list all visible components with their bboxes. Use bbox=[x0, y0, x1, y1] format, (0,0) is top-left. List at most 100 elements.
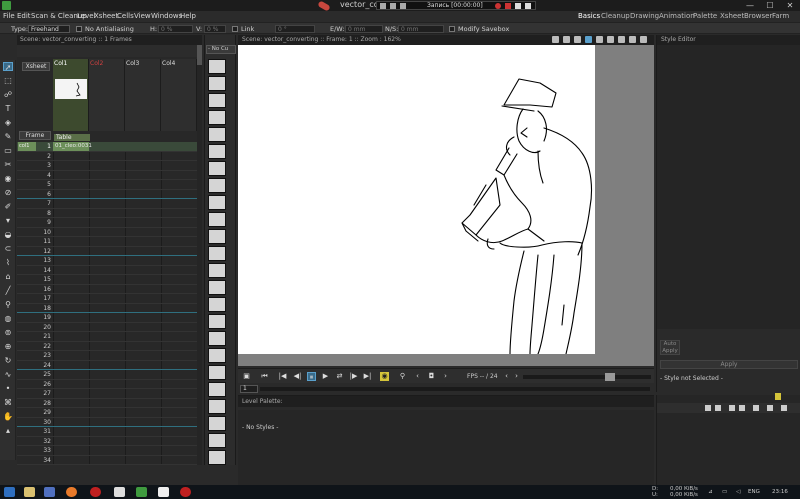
ew-field[interactable]: 0 mm bbox=[345, 25, 383, 33]
geometric-tool-icon[interactable]: ∿ bbox=[3, 370, 13, 379]
xsheet-cell[interactable] bbox=[53, 380, 89, 389]
table-row[interactable]: col1 1 01_cleo:0031 bbox=[17, 142, 202, 152]
menu-cells[interactable]: Cells bbox=[117, 12, 134, 20]
room-cleanup[interactable]: Cleanup bbox=[601, 12, 630, 20]
record-icon[interactable] bbox=[495, 3, 501, 9]
pinch-tool-icon[interactable]: ▾ bbox=[3, 216, 13, 225]
filmstrip-frame[interactable] bbox=[208, 433, 226, 448]
table-row[interactable]: 10 bbox=[17, 228, 202, 237]
list-view-icon[interactable] bbox=[729, 405, 735, 411]
table-row[interactable]: 33 bbox=[17, 446, 202, 456]
filmstrip-frame[interactable] bbox=[208, 229, 226, 244]
xsheet-cell[interactable] bbox=[53, 456, 89, 465]
close-button[interactable]: ✕ bbox=[780, 0, 800, 11]
table-view-icon[interactable] bbox=[563, 36, 570, 43]
menu-edit[interactable]: Edit bbox=[17, 12, 31, 20]
filmstrip-frame[interactable] bbox=[208, 93, 226, 108]
zoom-icon[interactable]: ⚲ bbox=[398, 372, 407, 381]
table-row[interactable]: 7 bbox=[17, 199, 202, 209]
filmstrip-frame[interactable] bbox=[208, 195, 226, 210]
column-header-col1[interactable]: Col1 bbox=[53, 59, 89, 131]
3d-view-icon[interactable] bbox=[574, 36, 581, 43]
table-row[interactable]: 11 bbox=[17, 237, 202, 247]
xsheet-cell[interactable] bbox=[53, 332, 89, 341]
explorer-app-icon[interactable] bbox=[24, 487, 35, 497]
table-row[interactable]: 3 bbox=[17, 161, 202, 171]
recorder-app-icon[interactable] bbox=[158, 487, 169, 497]
no-antialiasing-checkbox[interactable] bbox=[76, 26, 82, 32]
room-basics[interactable]: Basics bbox=[578, 12, 600, 20]
magnet-tool-icon[interactable]: ⊂ bbox=[3, 244, 13, 253]
next-frame-button[interactable]: |▶ bbox=[349, 372, 358, 381]
control-point-editor-icon[interactable]: ✐ bbox=[3, 202, 13, 211]
freeze-icon[interactable] bbox=[618, 36, 625, 43]
palette-menu-icon[interactable] bbox=[781, 405, 787, 411]
clock[interactable]: 23:16 bbox=[772, 489, 788, 495]
stop-icon[interactable] bbox=[390, 3, 396, 9]
h-field[interactable]: 0 % bbox=[158, 25, 193, 33]
filmstrip-frame[interactable] bbox=[208, 399, 226, 414]
grid-view-icon[interactable] bbox=[739, 405, 745, 411]
column-header-col4[interactable]: Col4 bbox=[161, 59, 197, 131]
zoom-tool-icon[interactable]: ⊕ bbox=[3, 342, 13, 351]
menu-help[interactable]: Help bbox=[180, 12, 196, 20]
xsheet-cell[interactable] bbox=[53, 351, 89, 360]
loop-button[interactable]: ⇄ bbox=[335, 372, 344, 381]
filmstrip-frame[interactable] bbox=[208, 161, 226, 176]
settings-icon[interactable] bbox=[400, 3, 406, 9]
filmstrip-frame[interactable] bbox=[208, 297, 226, 312]
sub-camera-icon[interactable] bbox=[607, 36, 614, 43]
fill-tool-icon[interactable]: ◈ bbox=[3, 118, 13, 127]
room-farm[interactable]: Farm bbox=[772, 12, 789, 20]
xsheet-cell[interactable] bbox=[53, 228, 89, 237]
table-row[interactable]: 23 bbox=[17, 351, 202, 361]
background-color-button[interactable]: ◉ bbox=[380, 372, 389, 381]
paint-brush-tool-icon[interactable]: ✎ bbox=[3, 132, 13, 141]
last-frame-button[interactable]: ▶| bbox=[363, 372, 372, 381]
table-row[interactable]: 19 bbox=[17, 313, 202, 323]
language-indicator[interactable]: ENG bbox=[748, 489, 760, 495]
skeleton-tool-icon[interactable]: ☍ bbox=[3, 90, 13, 99]
table-row[interactable]: 34 bbox=[17, 456, 202, 465]
play-button[interactable]: ▶ bbox=[321, 372, 330, 381]
bender-tool-icon[interactable]: ⌇ bbox=[3, 258, 13, 267]
xsheet-cell[interactable] bbox=[53, 247, 89, 256]
apply-button[interactable]: Apply bbox=[660, 360, 798, 369]
filmstrip-frame[interactable] bbox=[208, 450, 226, 465]
table-row[interactable]: 17 bbox=[17, 294, 202, 304]
room-animation[interactable]: Animation bbox=[659, 12, 695, 20]
marker-icon[interactable]: ◘ bbox=[427, 372, 436, 381]
xsheet-scrollbar[interactable] bbox=[197, 45, 202, 465]
xsheet-cell[interactable] bbox=[53, 180, 89, 189]
xsheet-cell[interactable] bbox=[53, 446, 89, 455]
column-header-col2[interactable]: Col2 bbox=[89, 59, 125, 131]
filmstrip-frame[interactable] bbox=[208, 263, 226, 278]
table-row[interactable]: 9 bbox=[17, 218, 202, 228]
new-style-icon[interactable] bbox=[705, 405, 711, 411]
table-row[interactable]: 8 bbox=[17, 209, 202, 218]
filmstrip-frame[interactable] bbox=[208, 144, 226, 159]
stop-record-icon[interactable] bbox=[505, 3, 511, 9]
table-row[interactable]: 5 bbox=[17, 180, 202, 190]
xsheet-cell[interactable] bbox=[53, 285, 89, 294]
prev-frame-button[interactable]: ◀| bbox=[293, 372, 302, 381]
table-row[interactable]: 31 bbox=[17, 427, 202, 437]
xsheet-cell[interactable] bbox=[53, 418, 89, 427]
store-app-icon[interactable] bbox=[44, 487, 55, 497]
filmstrip-frame[interactable] bbox=[208, 178, 226, 193]
type-select[interactable]: Freehand bbox=[28, 25, 70, 33]
column-header-col3[interactable]: Col3 bbox=[125, 59, 161, 131]
xsheet-cell[interactable] bbox=[53, 237, 89, 246]
more-tools-icon[interactable]: ▴ bbox=[3, 426, 13, 435]
visibility-icon[interactable] bbox=[629, 36, 636, 43]
frame-slider[interactable] bbox=[260, 387, 650, 391]
plastic-tool-icon[interactable]: ⊚ bbox=[3, 328, 13, 337]
filmstrip-frame[interactable] bbox=[208, 348, 226, 363]
tracker-tool-icon[interactable]: ◍ bbox=[3, 314, 13, 323]
xsheet-cell[interactable] bbox=[53, 427, 89, 436]
v-field[interactable]: 0 % bbox=[204, 25, 226, 33]
xsheet-cell[interactable] bbox=[53, 323, 89, 332]
table-row[interactable]: 6 bbox=[17, 190, 202, 199]
frame-icon[interactable]: ▣ bbox=[242, 372, 251, 381]
drawing-canvas[interactable] bbox=[238, 45, 595, 355]
